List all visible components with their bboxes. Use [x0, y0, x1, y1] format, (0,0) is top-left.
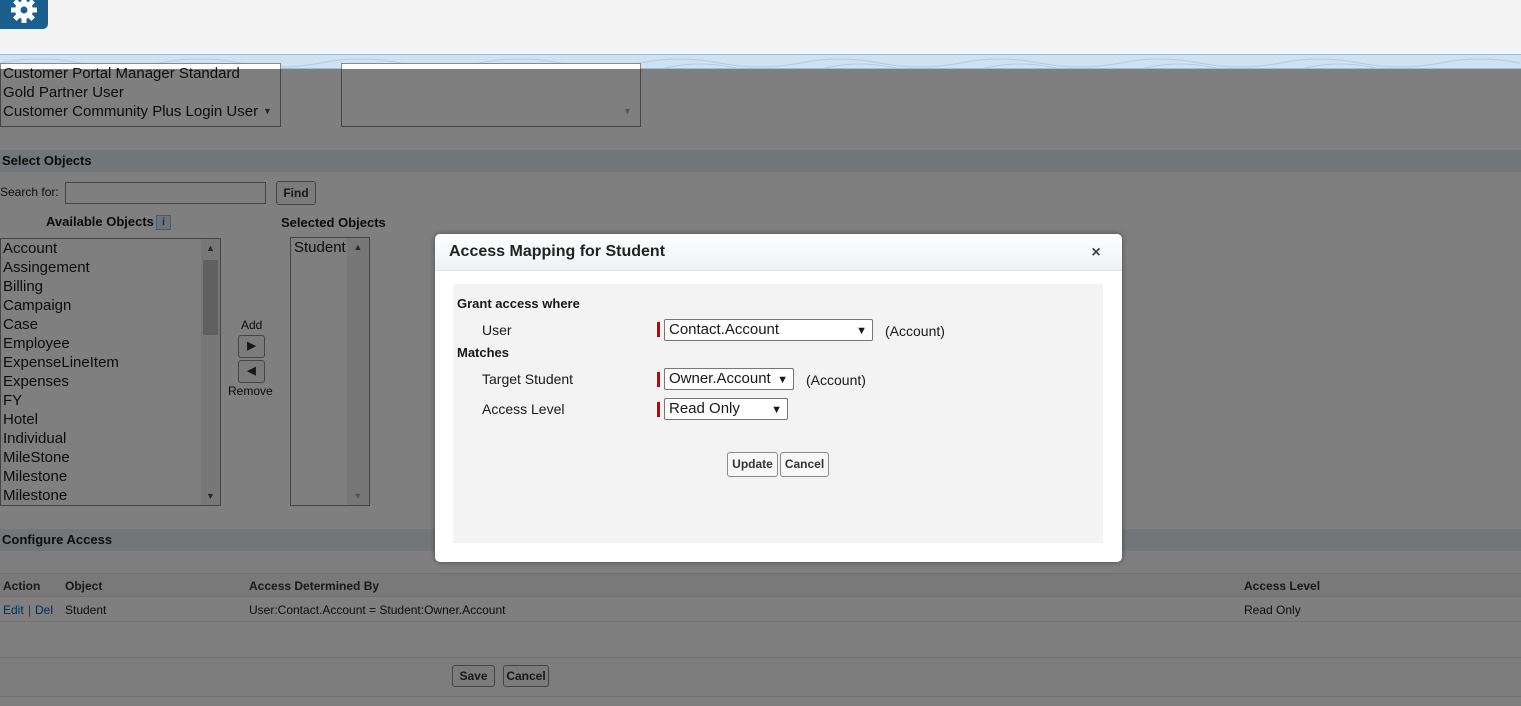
- access-level-select[interactable]: Read Only ▼: [664, 398, 788, 420]
- required-indicator: [657, 322, 660, 337]
- required-indicator: [657, 372, 660, 387]
- dialog-header: Access Mapping for Student ×: [435, 234, 1122, 271]
- update-button[interactable]: Update: [727, 452, 778, 477]
- target-student-label: Target Student: [482, 371, 574, 387]
- chevron-down-icon: ▼: [777, 374, 788, 386]
- chevron-down-icon: ▼: [856, 325, 867, 337]
- target-field-select[interactable]: Owner.Account ▼: [664, 368, 794, 390]
- target-field-type: (Account): [806, 372, 866, 388]
- top-bar: [0, 0, 1521, 54]
- required-indicator: [657, 402, 660, 417]
- dialog-title: Access Mapping for Student: [449, 243, 666, 260]
- user-field-value: Contact.Account: [669, 321, 780, 338]
- dialog-cancel-button[interactable]: Cancel: [780, 452, 829, 477]
- user-field-type: (Account): [885, 323, 945, 339]
- access-level-label: Access Level: [482, 401, 565, 417]
- settings-button[interactable]: [0, 0, 48, 29]
- gear-icon: [9, 0, 39, 28]
- user-field-select[interactable]: Contact.Account ▼: [664, 319, 873, 341]
- target-field-value: Owner.Account: [669, 370, 771, 387]
- dialog-body: Grant access where User Contact.Account …: [453, 284, 1103, 543]
- user-label: User: [482, 322, 512, 338]
- matches-heading: Matches: [457, 345, 510, 360]
- grant-access-heading: Grant access where: [457, 296, 580, 311]
- access-level-value: Read Only: [669, 400, 740, 417]
- close-icon[interactable]: ×: [1086, 244, 1106, 262]
- access-mapping-dialog: Access Mapping for Student × Grant acces…: [435, 234, 1122, 562]
- chevron-down-icon: ▼: [771, 404, 782, 416]
